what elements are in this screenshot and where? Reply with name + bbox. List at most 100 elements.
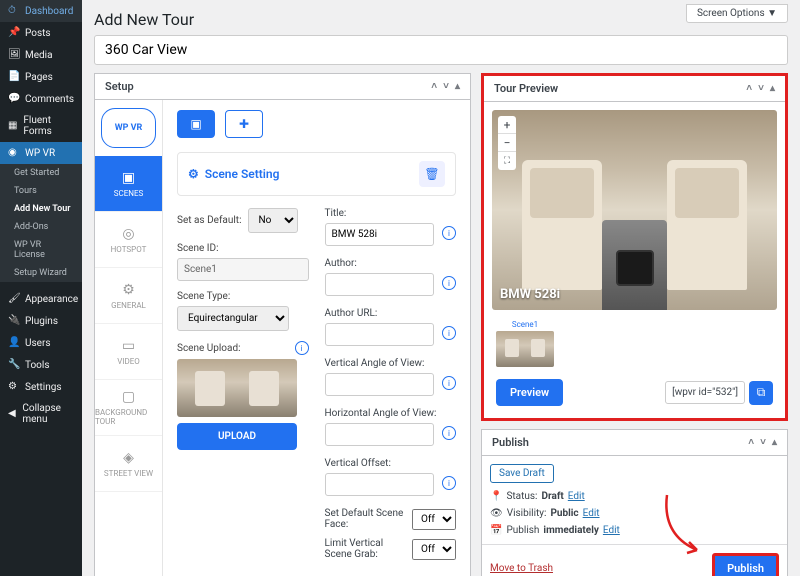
brush-icon: 🖌 bbox=[8, 293, 20, 305]
limit-grab-select[interactable]: Off bbox=[412, 539, 456, 560]
setup-title: Setup bbox=[105, 80, 134, 93]
publish-title: Publish bbox=[492, 436, 529, 449]
label: Plugins bbox=[25, 316, 58, 327]
sidebar-item-appearance[interactable]: 🖌Appearance bbox=[0, 288, 82, 310]
scene-thumbnail bbox=[177, 359, 297, 417]
vaov-label: Vertical Angle of View: bbox=[325, 358, 457, 369]
vaov-input[interactable] bbox=[325, 373, 435, 396]
info-icon[interactable]: i bbox=[295, 341, 309, 355]
wrench-icon: 🔧 bbox=[8, 359, 20, 371]
tab-background-tour[interactable]: ▢BACKGROUND TOUR bbox=[95, 380, 162, 436]
status-label: Status: bbox=[506, 491, 537, 502]
user-icon: 👤 bbox=[8, 337, 20, 349]
tab-scenes[interactable]: ▣SCENES bbox=[95, 156, 162, 212]
info-icon[interactable]: i bbox=[442, 426, 456, 440]
toggle-icon[interactable]: ▴ bbox=[772, 437, 777, 448]
scene-setting-heading: ⚙Scene Setting bbox=[188, 167, 279, 181]
upload-button[interactable]: UPLOAD bbox=[177, 423, 297, 450]
save-draft-button[interactable]: Save Draft bbox=[490, 464, 554, 483]
edit-schedule-link[interactable]: Edit bbox=[603, 525, 620, 536]
sidebar-item-comments[interactable]: 💬Comments bbox=[0, 88, 82, 110]
info-icon[interactable]: i bbox=[442, 276, 456, 290]
hotspot-icon: ◎ bbox=[122, 226, 134, 242]
tour-title-input[interactable] bbox=[94, 35, 788, 65]
delete-scene-button[interactable]: 🗑 bbox=[419, 161, 445, 187]
trash-icon: 🗑 bbox=[424, 167, 439, 181]
move-down-icon[interactable]: ˅ bbox=[760, 437, 766, 448]
title-label: Title: bbox=[325, 208, 457, 219]
dashboard-icon: ⏱ bbox=[8, 5, 20, 17]
move-to-trash-link[interactable]: Move to Trash bbox=[490, 563, 553, 574]
tab-hotspot[interactable]: ◎HOTSPOT bbox=[95, 212, 162, 268]
set-default-select[interactable]: No bbox=[248, 208, 298, 233]
wpvr-logo: WP VR bbox=[101, 108, 156, 148]
default-face-select[interactable]: Off bbox=[412, 509, 456, 530]
sidebar-item-dashboard[interactable]: ⏱Dashboard bbox=[0, 0, 82, 22]
toggle-icon[interactable]: ▴ bbox=[455, 81, 460, 92]
screen-options-button[interactable]: Screen Options ▼ bbox=[686, 4, 788, 23]
zoom-out-button[interactable]: − bbox=[498, 134, 516, 152]
author-url-input[interactable] bbox=[325, 323, 435, 346]
info-icon[interactable]: i bbox=[442, 376, 456, 390]
scene-id-input[interactable] bbox=[177, 258, 309, 281]
bgtour-icon: ▢ bbox=[122, 389, 135, 405]
move-up-icon[interactable]: ˄ bbox=[431, 81, 437, 92]
author-input[interactable] bbox=[325, 273, 435, 296]
edit-status-link[interactable]: Edit bbox=[568, 491, 585, 502]
publish-button[interactable]: Publish bbox=[712, 553, 779, 576]
sidebar-sub-addons[interactable]: Add-Ons bbox=[0, 218, 82, 236]
main-content: Screen Options ▼ Add New Tour Setup ˄ ˅ … bbox=[82, 0, 800, 576]
sidebar-item-tools[interactable]: 🔧Tools bbox=[0, 354, 82, 376]
pano-controls: + − ⛶ bbox=[498, 116, 516, 170]
sidebar-item-plugins[interactable]: 🔌Plugins bbox=[0, 310, 82, 332]
sidebar-sub-addnewtour[interactable]: Add New Tour bbox=[0, 200, 82, 218]
setup-tabs: WP VR ▣SCENES ◎HOTSPOT ⚙GENERAL ▭VIDEO ▢… bbox=[95, 100, 163, 576]
move-down-icon[interactable]: ˅ bbox=[758, 83, 764, 94]
scene-select-button[interactable]: ▣ bbox=[177, 110, 215, 138]
move-up-icon[interactable]: ˄ bbox=[748, 437, 754, 448]
sidebar-sub-setupwizard[interactable]: Setup Wizard bbox=[0, 264, 82, 282]
scene-type-label: Scene Type: bbox=[177, 291, 230, 302]
scene-type-select[interactable]: Equirectangular bbox=[177, 306, 289, 331]
preview-button[interactable]: Preview bbox=[496, 379, 563, 406]
preview-title: Tour Preview bbox=[494, 82, 558, 95]
haov-input[interactable] bbox=[325, 423, 435, 446]
sidebar-sub-license[interactable]: WP VR License bbox=[0, 236, 82, 264]
tab-general[interactable]: ⚙GENERAL bbox=[95, 268, 162, 324]
pano-label: BMW 528i bbox=[500, 287, 560, 302]
tab-video[interactable]: ▭VIDEO bbox=[95, 324, 162, 380]
form-icon: ▦ bbox=[8, 120, 18, 132]
title-input[interactable] bbox=[325, 223, 435, 246]
sidebar-item-pages[interactable]: 📄Pages bbox=[0, 66, 82, 88]
sidebar-sub-getstarted[interactable]: Get Started bbox=[0, 164, 82, 182]
author-label: Author: bbox=[325, 258, 457, 269]
general-icon: ⚙ bbox=[122, 282, 135, 298]
sidebar-item-fluentforms[interactable]: ▦Fluent Forms bbox=[0, 110, 82, 142]
fullscreen-button[interactable]: ⛶ bbox=[498, 152, 516, 170]
toggle-icon[interactable]: ▴ bbox=[770, 83, 775, 94]
comment-icon: 💬 bbox=[8, 93, 20, 105]
sidebar-item-settings[interactable]: ⚙Settings bbox=[0, 376, 82, 398]
edit-visibility-link[interactable]: Edit bbox=[583, 508, 600, 519]
add-scene-button[interactable]: ✚ bbox=[225, 110, 263, 138]
info-icon[interactable]: i bbox=[442, 326, 456, 340]
info-icon[interactable]: i bbox=[442, 226, 456, 240]
move-up-icon[interactable]: ˄ bbox=[746, 83, 752, 94]
admin-sidebar: ⏱Dashboard 📌Posts 🖼Media 📄Pages 💬Comment… bbox=[0, 0, 82, 576]
move-down-icon[interactable]: ˅ bbox=[443, 81, 449, 92]
scene-thumb[interactable]: Scene1 bbox=[496, 320, 554, 367]
tab-street-view[interactable]: ◈STREET VIEW bbox=[95, 436, 162, 492]
sidebar-item-collapse[interactable]: ◀Collapse menu bbox=[0, 398, 82, 430]
scene-upload-label: Scene Upload: bbox=[177, 343, 241, 354]
label: Users bbox=[25, 338, 51, 349]
panorama-viewer[interactable]: + − ⛶ BMW 528i bbox=[492, 110, 777, 310]
zoom-in-button[interactable]: + bbox=[498, 116, 516, 134]
sidebar-item-wpvr[interactable]: ◉WP VR bbox=[0, 142, 82, 164]
sidebar-item-posts[interactable]: 📌Posts bbox=[0, 22, 82, 44]
sidebar-sub-tours[interactable]: Tours bbox=[0, 182, 82, 200]
sidebar-item-media[interactable]: 🖼Media bbox=[0, 44, 82, 66]
copy-shortcode-button[interactable]: ⧉ bbox=[749, 381, 773, 405]
sidebar-item-users[interactable]: 👤 Users bbox=[0, 332, 82, 354]
voffset-input[interactable] bbox=[325, 473, 435, 496]
info-icon[interactable]: i bbox=[442, 476, 456, 490]
